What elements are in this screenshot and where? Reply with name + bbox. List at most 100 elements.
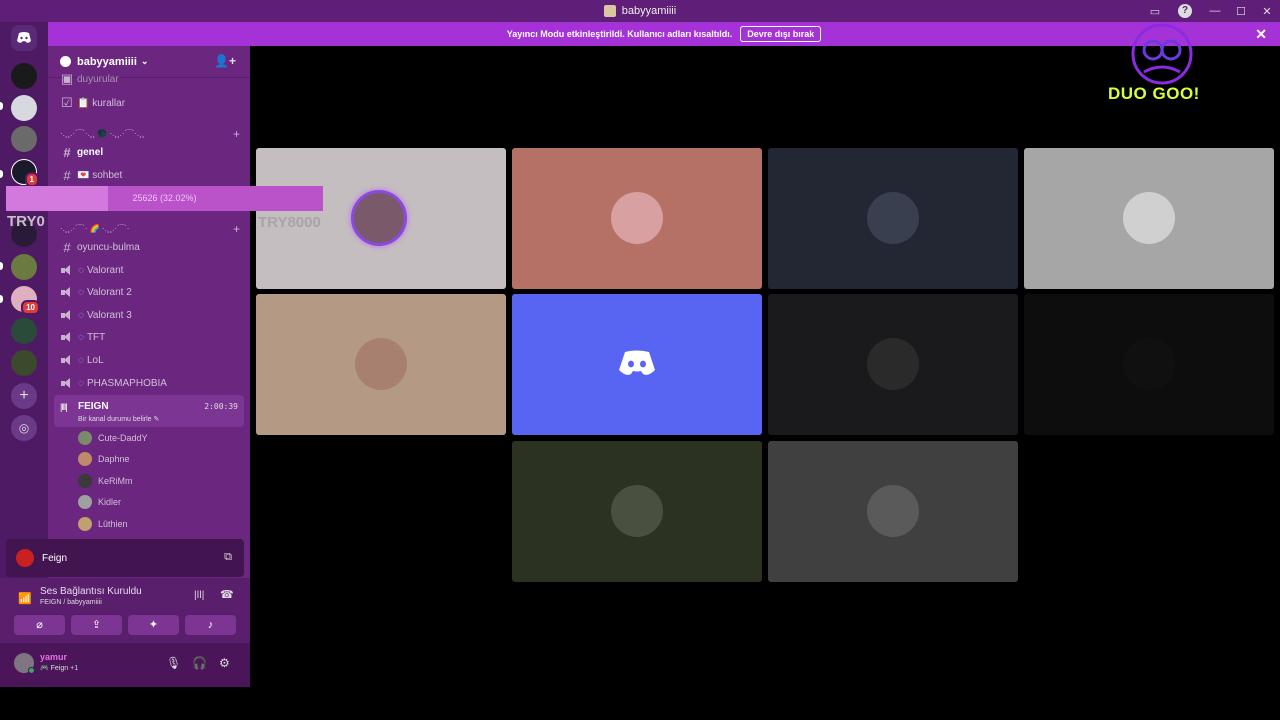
noise-suppression-icon[interactable]: |ǀǀ|: [194, 590, 204, 601]
server-icon-7[interactable]: 10: [11, 286, 40, 315]
title-bar: babyyamiiii ▭ ? — ☐ ✕: [0, 0, 1280, 22]
participant-avatar: [867, 192, 919, 244]
inbox-icon[interactable]: ▭: [1142, 5, 1168, 18]
avatar: [78, 452, 92, 466]
maximize-button[interactable]: ☐: [1228, 5, 1254, 18]
voice-member[interactable]: Daphne: [78, 450, 130, 468]
stream-panel[interactable]: Feign ⧉: [6, 539, 244, 577]
discover-icon[interactable]: ◎: [11, 415, 37, 441]
channel-kurallar[interactable]: ☑ 📋 kurallar: [54, 93, 244, 113]
help-icon[interactable]: ?: [1178, 4, 1192, 18]
channel-sohbet[interactable]: # 💌 sohbet: [54, 165, 244, 185]
progress-bar: 25626 (32.02%): [6, 186, 323, 211]
voice-status-icon: ◌: [78, 309, 84, 321]
voice-status-icon: ◌: [78, 354, 84, 366]
user-name[interactable]: yamur: [40, 652, 67, 662]
camera-button[interactable]: ⌀: [14, 615, 65, 635]
voice-channel-lol[interactable]: ◌ LoL: [54, 350, 244, 370]
discord-icon: [619, 350, 655, 375]
voice-member[interactable]: Lûthien: [78, 515, 128, 533]
channel-status-setter[interactable]: Bir kanal durumu belirle ✎: [78, 415, 159, 423]
video-tile[interactable]: [256, 294, 506, 435]
video-tile[interactable]: [768, 441, 1018, 582]
close-notice-icon[interactable]: ✕: [1255, 26, 1267, 43]
server-icon-6[interactable]: [11, 254, 37, 280]
channel-oyuncu-bulma[interactable]: # oyuncu-bulma: [54, 237, 244, 257]
category-1[interactable]: ·.¸¸.·´¯`·.¸¸ 🌑 ·.¸¸.·´¯`·.¸¸ +: [60, 127, 240, 141]
add-server-icon[interactable]: +: [11, 383, 37, 409]
close-button[interactable]: ✕: [1254, 5, 1280, 18]
video-tile[interactable]: TRY8000: [256, 148, 506, 289]
voice-channel-phasmaphobia[interactable]: ◌ PHASMAPHOBIA: [54, 373, 244, 393]
server-icon-4[interactable]: 1: [11, 159, 39, 187]
notice-text: Yayıncı Modu etkinleştirildi. Kullanıcı …: [506, 29, 733, 39]
participant-avatar: [1123, 192, 1175, 244]
home-button[interactable]: [11, 25, 37, 51]
hash-icon: #: [63, 144, 71, 160]
video-tile[interactable]: [512, 441, 762, 582]
server-icon-9[interactable]: [11, 350, 37, 376]
minimize-button[interactable]: —: [1202, 5, 1228, 17]
active-voice-channel[interactable]: |ǀǀǀ| FEIGN 2:00:39 Bir kanal durumu bel…: [54, 395, 244, 427]
chevron-down-icon: ⌄: [140, 56, 149, 66]
rules-icon: ☑: [61, 95, 73, 110]
participant-avatar: [867, 485, 919, 537]
avatar: [78, 431, 92, 445]
add-channel-icon[interactable]: +: [233, 127, 240, 141]
progress-label: 25626 (32.02%): [132, 193, 197, 203]
voice-member[interactable]: KeRiMm: [78, 472, 133, 490]
connection-title[interactable]: Ses Bağlantısı Kuruldu: [40, 586, 142, 597]
voice-status-icon: ◌: [78, 286, 84, 298]
video-tile[interactable]: [512, 148, 762, 289]
speaker-icon: [60, 265, 74, 275]
overlay-label: TRY0: [7, 213, 45, 230]
voice-channel-valorant-2[interactable]: ◌ Valorant 2: [54, 282, 244, 302]
avatar: [78, 517, 92, 531]
voice-member[interactable]: Kidler: [78, 493, 121, 511]
announcement-icon: ▣: [60, 72, 74, 86]
video-tile[interactable]: [768, 148, 1018, 289]
logo-text: DUO GOO!: [1108, 84, 1200, 103]
category-2[interactable]: ·.¸¸.·´¯`· 🌈 ·.¸¸.·´¯`· +: [60, 222, 240, 236]
screen-share-icon[interactable]: ⧉: [224, 551, 232, 564]
duo-goo-logo: DUO GOO!: [1108, 22, 1218, 112]
speaker-icon: [60, 378, 74, 388]
video-tile[interactable]: [768, 294, 1018, 435]
server-icon-8[interactable]: [11, 318, 37, 344]
voice-channel-valorant-3[interactable]: ◌ Valorant 3: [54, 305, 244, 325]
video-tile[interactable]: [1024, 148, 1274, 289]
voice-status-icon: ◌: [78, 264, 84, 276]
stream-panel-name: Feign: [42, 552, 68, 564]
video-tile[interactable]: [1024, 294, 1274, 435]
share-screen-button[interactable]: ⇪: [71, 615, 122, 635]
headphones-icon[interactable]: 🎧: [192, 656, 207, 670]
channel-genel[interactable]: # genel: [54, 142, 244, 162]
add-channel-icon[interactable]: +: [233, 222, 240, 236]
window-title: babyyamiiii: [621, 5, 677, 17]
voice-channel-tft[interactable]: ◌ TFT: [54, 327, 244, 347]
speaker-icon: [60, 287, 74, 297]
channel-duyurular[interactable]: ▣ duyurular: [54, 72, 244, 86]
server-icon-1[interactable]: [11, 63, 37, 89]
server-name: babyyamiiii: [77, 55, 137, 68]
server-icon-2[interactable]: [11, 95, 37, 121]
logo-emblem: [1131, 23, 1193, 85]
activities-button[interactable]: ✦: [128, 615, 179, 635]
soundboard-button[interactable]: ♪: [185, 615, 236, 635]
microphone-icon[interactable]: 🎙: [166, 656, 181, 670]
voice-channel-valorant[interactable]: ◌ Valorant: [54, 260, 244, 280]
participant-avatar: [355, 338, 407, 390]
voice-member[interactable]: Cute-DaddY: [78, 429, 148, 447]
voice-activity-icon: |ǀǀǀ|: [60, 402, 68, 412]
invite-icon[interactable]: 👤+: [214, 54, 236, 68]
discord-window: babyyamiiii ▭ ? — ☐ ✕ 1 10 + ◎ Yayıncı M…: [0, 0, 1280, 720]
server-icon-3[interactable]: [11, 126, 37, 152]
disable-streamer-mode-button[interactable]: Devre dışı bırak: [740, 26, 822, 42]
avatar: [78, 495, 92, 509]
settings-gear-icon[interactable]: ⚙: [219, 656, 230, 670]
server-icon: [603, 5, 616, 17]
video-tile[interactable]: [512, 294, 762, 435]
disconnect-icon[interactable]: ☎: [220, 588, 234, 601]
speaker-icon: [60, 355, 74, 365]
server-boost-icon: [60, 56, 71, 67]
